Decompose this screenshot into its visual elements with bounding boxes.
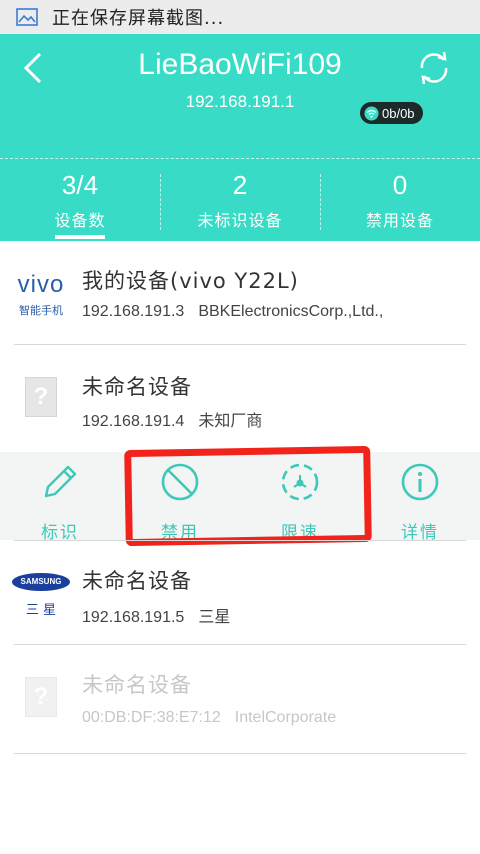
- red-highlight-box: [124, 445, 372, 547]
- status-bar: 正在保存屏幕截图...: [0, 0, 480, 34]
- screenshot-icon: [16, 8, 38, 26]
- active-tab-indicator: [55, 235, 105, 239]
- device-ip: 192.168.191.3: [82, 303, 185, 320]
- refresh-icon[interactable]: [414, 48, 454, 88]
- brand-sub: 三 星: [25, 603, 57, 618]
- device-info: 192.168.191.3 BBKElectronicsCorp.,Ltd.,: [82, 303, 383, 321]
- stat-device-count[interactable]: 3/4 设备数: [0, 170, 160, 231]
- brand-name: vivo: [17, 271, 65, 298]
- device-maker: IntelCorporate: [234, 709, 337, 726]
- stat-label: 禁用设备: [365, 211, 434, 230]
- stat-value: 3/4: [61, 170, 99, 200]
- header-divider: [0, 158, 480, 159]
- tag-button[interactable]: 标识: [0, 460, 120, 543]
- row-divider: [14, 753, 466, 754]
- device-row[interactable]: SAMSUNG 三 星 未命名设备 192.168.191.5 三星: [0, 541, 480, 644]
- device-ip: 192.168.191.4: [82, 413, 185, 430]
- details-button[interactable]: 详情: [360, 460, 480, 543]
- stat-unidentified[interactable]: 2 未标识设备: [160, 170, 320, 231]
- samsung-logo: SAMSUNG 三 星: [10, 573, 72, 618]
- device-maker: BBKElectronicsCorp.,Ltd.,: [198, 303, 384, 320]
- device-maker: 三星: [198, 609, 231, 626]
- device-name: 未命名设备: [82, 569, 192, 593]
- wifi-name: LieBaoWiFi109: [138, 48, 342, 81]
- device-name: 未命名设备: [82, 375, 192, 399]
- speed-value: 0b/0b: [382, 105, 415, 121]
- vivo-logo: vivo 智能手机: [10, 271, 72, 318]
- stat-label: 未标识设备: [197, 211, 283, 230]
- pencil-icon: [44, 465, 77, 498]
- device-row[interactable]: vivo 智能手机 我的设备(vivo Y22L) 192.168.191.3 B…: [0, 241, 480, 345]
- brand-sub: 智能手机: [19, 304, 63, 317]
- unknown-device-icon: ?: [10, 377, 72, 417]
- wifi-header: LieBaoWiFi109 192.168.191.1 0b/0b 3/4 设备…: [0, 34, 480, 241]
- device-name: 未命名设备: [82, 673, 192, 697]
- stat-value: 2: [232, 170, 248, 200]
- device-ip: 192.168.191.5: [82, 609, 185, 626]
- device-info: 192.168.191.4 未知厂商: [82, 407, 262, 431]
- unknown-device-icon: ?: [10, 677, 72, 717]
- status-text: 正在保存屏幕截图...: [52, 8, 225, 29]
- stat-label: 设备数: [54, 211, 106, 230]
- device-info: 00:DB:DF:38:E7:12 IntelCorporate: [82, 709, 336, 727]
- device-name: 我的设备(vivo Y22L): [82, 269, 299, 293]
- brand-name: SAMSUNG: [12, 573, 70, 591]
- device-row[interactable]: ? 未命名设备 192.168.191.4 未知厂商: [0, 345, 480, 452]
- device-mac: 00:DB:DF:38:E7:12: [82, 709, 221, 726]
- speed-badge: 0b/0b: [360, 102, 423, 124]
- info-icon: [401, 463, 439, 501]
- device-row-offline[interactable]: ? 未命名设备 00:DB:DF:38:E7:12 IntelCorporate: [0, 645, 480, 753]
- device-info: 192.168.191.5 三星: [82, 603, 230, 627]
- stat-value: 0: [392, 170, 408, 200]
- device-maker: 未知厂商: [198, 413, 263, 430]
- stat-blocked[interactable]: 0 禁用设备: [320, 170, 480, 231]
- wifi-icon: [364, 105, 379, 121]
